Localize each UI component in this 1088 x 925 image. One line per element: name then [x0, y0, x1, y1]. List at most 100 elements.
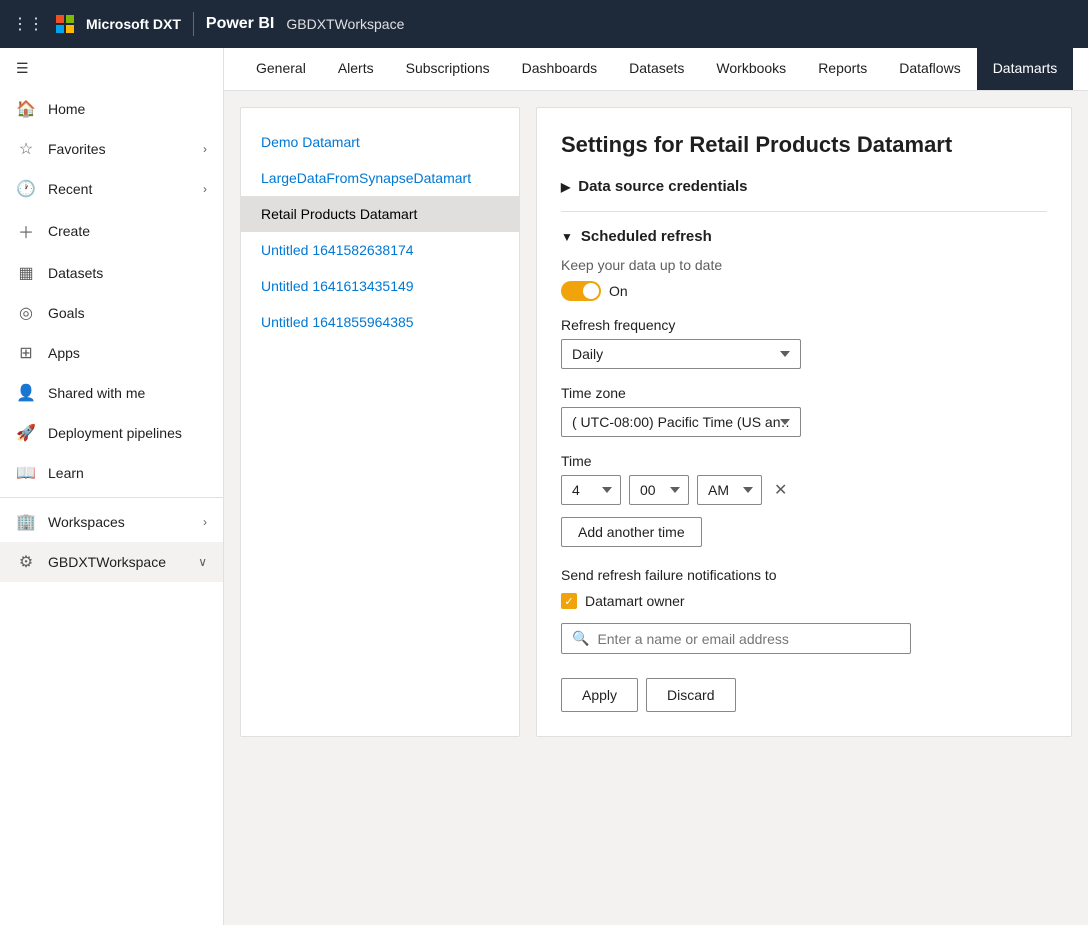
chevron-right-icon: › — [203, 142, 207, 156]
datamart-owner-label: Datamart owner — [585, 593, 685, 609]
tab-subscriptions[interactable]: Subscriptions — [390, 48, 506, 90]
main-layout: ☰ 🏠 Home ☆ Favorites › 🕐 Recent › ＋ Crea… — [0, 48, 1088, 925]
tabs-bar: General Alerts Subscriptions Dashboards … — [224, 48, 1088, 91]
datamart-link-untitled3[interactable]: Untitled 1641855964385 — [261, 314, 414, 330]
sidebar-item-label: Learn — [48, 465, 84, 481]
datamart-item-large[interactable]: LargeDataFromSynapseDatamart — [241, 160, 519, 196]
sidebar-item-favorites[interactable]: ☆ Favorites › — [0, 129, 223, 169]
notification-label: Send refresh failure notifications to — [561, 567, 1047, 583]
time-minute-select[interactable]: 00 153045 — [629, 475, 689, 505]
data-source-label: Data source credentials — [578, 178, 747, 195]
sidebar-item-label: Favorites — [48, 141, 106, 157]
timezone-label: Time zone — [561, 385, 1047, 401]
learn-icon: 📖 — [16, 463, 36, 483]
sidebar-item-current-workspace[interactable]: ⚙ GBDXTWorkspace ∨ — [0, 542, 223, 582]
goals-icon: ◎ — [16, 303, 36, 323]
sidebar-divider — [0, 497, 223, 498]
timezone-select[interactable]: ( UTC-08:00) Pacific Time (US an… — [561, 407, 801, 437]
create-icon: ＋ — [16, 219, 36, 243]
settings-title: Settings for Retail Products Datamart — [561, 132, 1047, 158]
collapsed-arrow-icon: ▶ — [561, 180, 570, 194]
tab-workbooks[interactable]: Workbooks — [700, 48, 802, 90]
datamart-link-large[interactable]: LargeDataFromSynapseDatamart — [261, 170, 471, 186]
expanded-arrow-icon: ▼ — [561, 230, 573, 244]
recent-icon: 🕐 — [16, 179, 36, 199]
sidebar-item-recent[interactable]: 🕐 Recent › — [0, 169, 223, 209]
apply-button[interactable]: Apply — [561, 678, 638, 712]
tab-alerts[interactable]: Alerts — [322, 48, 390, 90]
data-source-header[interactable]: ▶ Data source credentials — [561, 178, 1047, 195]
sidebar-item-deployment[interactable]: 🚀 Deployment pipelines — [0, 413, 223, 453]
tab-datasets[interactable]: Datasets — [613, 48, 700, 90]
sidebar-item-label: Home — [48, 101, 85, 117]
sidebar-item-label: Datasets — [48, 265, 103, 281]
favorites-icon: ☆ — [16, 139, 36, 159]
datamart-label-retail: Retail Products Datamart — [261, 206, 417, 222]
settings-panel: Settings for Retail Products Datamart ▶ … — [536, 107, 1072, 737]
remove-time-button[interactable]: ✕ — [770, 476, 791, 504]
grid-menu-icon[interactable]: ⋮⋮ — [12, 14, 44, 34]
content-area: General Alerts Subscriptions Dashboards … — [224, 48, 1088, 925]
time-label: Time — [561, 453, 1047, 469]
apps-icon: ⊞ — [16, 343, 36, 363]
sidebar-item-label: Create — [48, 223, 90, 239]
discard-button[interactable]: Discard — [646, 678, 735, 712]
workspace-name: GBDXTWorkspace — [286, 16, 404, 32]
datamart-list-panel: Demo Datamart LargeDataFromSynapseDatama… — [240, 107, 520, 737]
tab-general[interactable]: General — [240, 48, 322, 90]
tab-dashboards[interactable]: Dashboards — [506, 48, 614, 90]
time-row: 4 123 567 8910 1112 00 153045 AM PM — [561, 475, 1047, 505]
refresh-toggle[interactable] — [561, 281, 601, 301]
sidebar-item-learn[interactable]: 📖 Learn — [0, 453, 223, 493]
sidebar-item-label: Workspaces — [48, 514, 125, 530]
datamart-link-demo[interactable]: Demo Datamart — [261, 134, 360, 150]
tab-reports[interactable]: Reports — [802, 48, 883, 90]
time-ampm-select[interactable]: AM PM — [697, 475, 762, 505]
datamart-item-demo[interactable]: Demo Datamart — [241, 124, 519, 160]
sidebar-item-goals[interactable]: ◎ Goals — [0, 293, 223, 333]
email-search-field[interactable]: 🔍 — [561, 623, 911, 654]
datamart-item-untitled3[interactable]: Untitled 1641855964385 — [241, 304, 519, 340]
tab-datamarts[interactable]: Datamarts — [977, 48, 1074, 90]
sidebar-item-apps[interactable]: ⊞ Apps — [0, 333, 223, 373]
top-navigation: ⋮⋮ Microsoft DXT Power BI GBDXTWorkspace — [0, 0, 1088, 48]
sidebar-item-datasets[interactable]: ▦ Datasets — [0, 253, 223, 293]
sidebar-item-label: Goals — [48, 305, 85, 321]
add-another-time-button[interactable]: Add another time — [561, 517, 702, 547]
refresh-frequency-label: Refresh frequency — [561, 317, 1047, 333]
refresh-frequency-select[interactable]: Daily Weekly — [561, 339, 801, 369]
tab-app[interactable]: App — [1073, 48, 1088, 90]
sidebar-item-shared[interactable]: 👤 Shared with me — [0, 373, 223, 413]
datamart-item-retail[interactable]: Retail Products Datamart — [241, 196, 519, 232]
home-icon: 🏠 — [16, 99, 36, 119]
datamart-item-untitled2[interactable]: Untitled 1641613435149 — [241, 268, 519, 304]
datamart-link-untitled1[interactable]: Untitled 1641582638174 — [261, 242, 414, 258]
chevron-right-icon: › — [203, 515, 207, 529]
data-source-section: ▶ Data source credentials — [561, 178, 1047, 195]
sidebar-item-label: Deployment pipelines — [48, 425, 182, 441]
chevron-right-icon: › — [203, 182, 207, 196]
sidebar-item-label: Shared with me — [48, 385, 145, 401]
sidebar-item-workspaces[interactable]: 🏢 Workspaces › — [0, 502, 223, 542]
search-icon: 🔍 — [572, 630, 589, 647]
scheduled-refresh-section: ▼ Scheduled refresh Keep your data up to… — [561, 211, 1047, 712]
sidebar-toggle[interactable]: ☰ — [0, 48, 223, 89]
sidebar-item-label: Apps — [48, 345, 80, 361]
shared-icon: 👤 — [16, 383, 36, 403]
sidebar: ☰ 🏠 Home ☆ Favorites › 🕐 Recent › ＋ Crea… — [0, 48, 224, 925]
datamart-item-untitled1[interactable]: Untitled 1641582638174 — [241, 232, 519, 268]
datamart-owner-checkbox[interactable]: ✓ — [561, 593, 577, 609]
app-name: Power BI — [206, 15, 274, 33]
sidebar-item-label: GBDXTWorkspace — [48, 554, 166, 570]
scheduled-refresh-header[interactable]: ▼ Scheduled refresh — [561, 228, 1047, 245]
chevron-down-icon: ∨ — [198, 555, 207, 569]
time-hour-select[interactable]: 4 123 567 8910 1112 — [561, 475, 621, 505]
tab-dataflows[interactable]: Dataflows — [883, 48, 976, 90]
sidebar-item-home[interactable]: 🏠 Home — [0, 89, 223, 129]
toggle-on-label: On — [609, 283, 628, 299]
workspace-gear-icon: ⚙ — [16, 552, 36, 572]
sidebar-item-create[interactable]: ＋ Create — [0, 209, 223, 253]
datasets-icon: ▦ — [16, 263, 36, 283]
email-input[interactable] — [597, 631, 900, 647]
datamart-link-untitled2[interactable]: Untitled 1641613435149 — [261, 278, 414, 294]
